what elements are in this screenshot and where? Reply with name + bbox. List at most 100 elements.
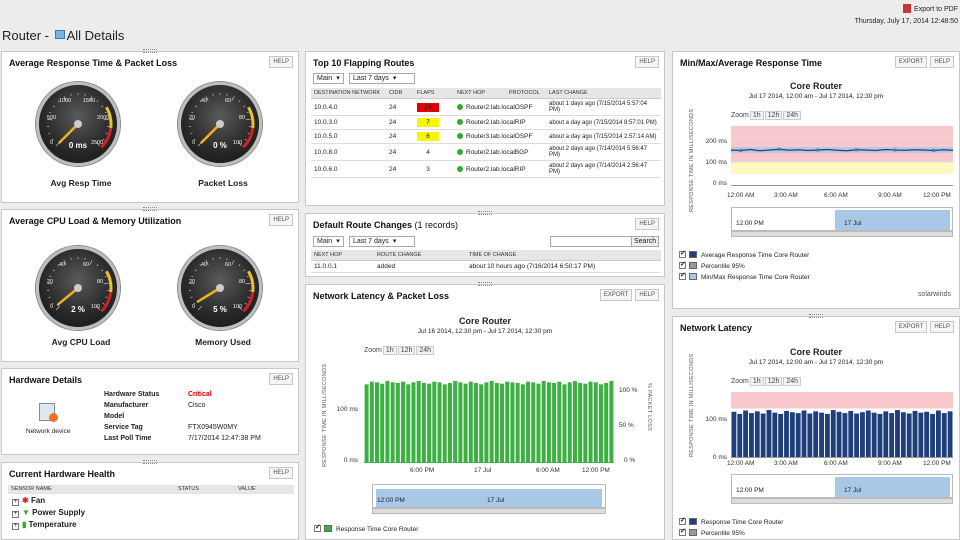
legend-item[interactable]: Percentile 95% bbox=[679, 527, 783, 537]
group-select[interactable]: Main bbox=[313, 73, 344, 84]
table-row[interactable]: 10.0.3.0 24 7 Router2.lab.localRIP about a d… bbox=[311, 115, 661, 130]
range-navigator[interactable]: 12:00 PM 17 Jul bbox=[731, 474, 953, 498]
x-tick: 12:00 AM bbox=[727, 192, 755, 199]
y2-axis-label: % PACKET LOSS bbox=[646, 383, 652, 432]
table-row[interactable]: 10.0.6.0 24 3 Router2.lab.localRIP about 2 d… bbox=[311, 160, 661, 178]
chart-bar bbox=[784, 410, 789, 458]
chart-bar bbox=[842, 413, 848, 458]
y-tick: 200 ms bbox=[705, 138, 727, 145]
x-tick: 12:00 PM bbox=[923, 460, 951, 467]
help-button[interactable]: HELP bbox=[269, 214, 293, 226]
chart-bar bbox=[578, 383, 583, 463]
drag-handle[interactable] bbox=[143, 207, 157, 211]
chart-bar bbox=[598, 384, 603, 463]
chart-bar bbox=[479, 384, 484, 463]
zoom-controls: Zoom 1h 12h 24h bbox=[731, 377, 802, 386]
y-axis-label: RESPONSE TIME IN MILLISECONDS bbox=[322, 363, 328, 467]
help-button[interactable]: HELP bbox=[930, 56, 954, 68]
export-button[interactable]: EXPORT bbox=[894, 56, 928, 68]
table-row[interactable]: 11.0.0.1 added about 10 hours ago (7/16/20… bbox=[311, 260, 661, 273]
chart-scrollbar[interactable] bbox=[731, 498, 953, 504]
chart-bar bbox=[801, 410, 807, 458]
brand-logo: solarwinds bbox=[917, 291, 951, 298]
gauge-tick: 2000 bbox=[97, 115, 110, 121]
drag-handle[interactable] bbox=[143, 460, 157, 464]
chart-bar bbox=[484, 382, 489, 463]
search-button[interactable]: Search bbox=[631, 236, 660, 247]
legend-item[interactable]: Average Response Time Core Router bbox=[679, 249, 810, 259]
export-button[interactable]: EXPORT bbox=[894, 321, 928, 333]
cpu-panel: Average CPU Load & Memory Utilization HE… bbox=[1, 207, 299, 362]
help-button[interactable]: HELP bbox=[269, 373, 293, 385]
chart-bar bbox=[369, 381, 374, 463]
drag-handle[interactable] bbox=[478, 282, 492, 286]
zoom-1h-button[interactable]: 1h bbox=[749, 111, 764, 120]
table-row[interactable]: 10.0.8.0 24 4 Router2.lab.localBGP about 2 d… bbox=[311, 143, 661, 161]
device-label: Network device bbox=[26, 428, 71, 435]
legend-item[interactable]: Response Time Core Router bbox=[314, 523, 418, 533]
latency-chart bbox=[364, 381, 614, 463]
export-pdf-link[interactable]: Export to PDF bbox=[855, 4, 958, 13]
range-navigator[interactable]: 12:00 PM 17 Jul bbox=[731, 207, 953, 231]
help-button[interactable]: HELP bbox=[269, 467, 293, 479]
zoom-1h-button[interactable]: 1h bbox=[382, 346, 397, 355]
zoom-12h-button[interactable]: 12h bbox=[397, 346, 416, 355]
search-input[interactable] bbox=[550, 236, 632, 247]
chart-bar bbox=[865, 410, 871, 458]
help-button[interactable]: HELP bbox=[930, 321, 954, 333]
zoom-24h-button[interactable]: 24h bbox=[416, 346, 435, 355]
export-button[interactable]: EXPORT bbox=[599, 289, 633, 301]
help-button[interactable]: HELP bbox=[635, 289, 659, 301]
legend-item[interactable]: Min/Max Response Time Core Router bbox=[679, 271, 810, 281]
y-tick: 0 ms bbox=[712, 180, 727, 187]
chart-bar bbox=[401, 381, 406, 463]
help-button[interactable]: HELP bbox=[635, 56, 659, 68]
legend-item[interactable]: Response Time Core Router bbox=[679, 516, 783, 526]
group-select[interactable]: Main bbox=[313, 236, 344, 247]
gauge-label: Memory Used bbox=[195, 337, 251, 347]
range-navigator[interactable]: 12:00 PM 17 Jul bbox=[372, 484, 606, 508]
hardware-row: Last Poll Time 7/17/2014 12:47:38 PM bbox=[104, 435, 261, 442]
help-button[interactable]: HELP bbox=[635, 218, 659, 230]
chart-bar bbox=[912, 410, 918, 458]
sensor-temperature[interactable]: + ▮ Temperature bbox=[12, 520, 77, 530]
status-up-icon bbox=[457, 148, 463, 155]
chart-bar bbox=[458, 382, 463, 463]
chart-bar bbox=[918, 412, 924, 458]
chart-title: Core Router bbox=[789, 347, 842, 357]
zoom-1h-button[interactable]: 1h bbox=[749, 377, 764, 386]
x-tick: 9:00 AM bbox=[878, 460, 902, 467]
chart-bar bbox=[900, 412, 906, 458]
chart-bar bbox=[541, 381, 546, 463]
chart-bar bbox=[442, 384, 447, 463]
sensor-power[interactable]: + ▼ Power Supply bbox=[12, 508, 85, 518]
route-changes-table: NEXT HOP ROUTE CHANGE TIME OF CHANGE 11.… bbox=[311, 250, 661, 273]
drag-handle[interactable] bbox=[143, 49, 157, 53]
zoom-12h-button[interactable]: 12h bbox=[764, 377, 783, 386]
help-button[interactable]: HELP bbox=[269, 56, 293, 68]
chart-bar bbox=[364, 384, 369, 463]
panel-title: Hardware Details bbox=[9, 375, 83, 385]
period-select[interactable]: Last 7 days bbox=[349, 73, 415, 84]
chart-scrollbar[interactable] bbox=[372, 508, 606, 514]
chart-scrollbar[interactable] bbox=[731, 231, 953, 237]
chart-bar bbox=[772, 412, 778, 458]
zoom-24h-button[interactable]: 24h bbox=[783, 111, 802, 120]
table-row[interactable]: 10.0.4.0 24 10 Router2.lab.localOSPF about 1… bbox=[311, 98, 661, 116]
legend-item[interactable]: Percentile 95% bbox=[679, 260, 810, 270]
drag-handle[interactable] bbox=[809, 314, 823, 318]
y-tick: 100 ms bbox=[705, 416, 727, 423]
zoom-24h-button[interactable]: 24h bbox=[783, 377, 802, 386]
chart-bar bbox=[494, 383, 499, 463]
chart-bar bbox=[505, 381, 510, 463]
table-row[interactable]: 10.0.5.0 24 6 Router3.lab.localOSPF about a … bbox=[311, 129, 661, 144]
chart-bar bbox=[593, 382, 598, 463]
chart-bar bbox=[906, 413, 912, 458]
chart-bar bbox=[427, 383, 432, 463]
sensor-fan[interactable]: + ✱ Fan bbox=[12, 496, 45, 506]
chart-bar bbox=[947, 411, 953, 458]
period-select[interactable]: Last 7 days bbox=[349, 236, 415, 247]
chart-bar bbox=[546, 382, 551, 463]
drag-handle[interactable] bbox=[478, 211, 492, 215]
zoom-12h-button[interactable]: 12h bbox=[764, 111, 783, 120]
